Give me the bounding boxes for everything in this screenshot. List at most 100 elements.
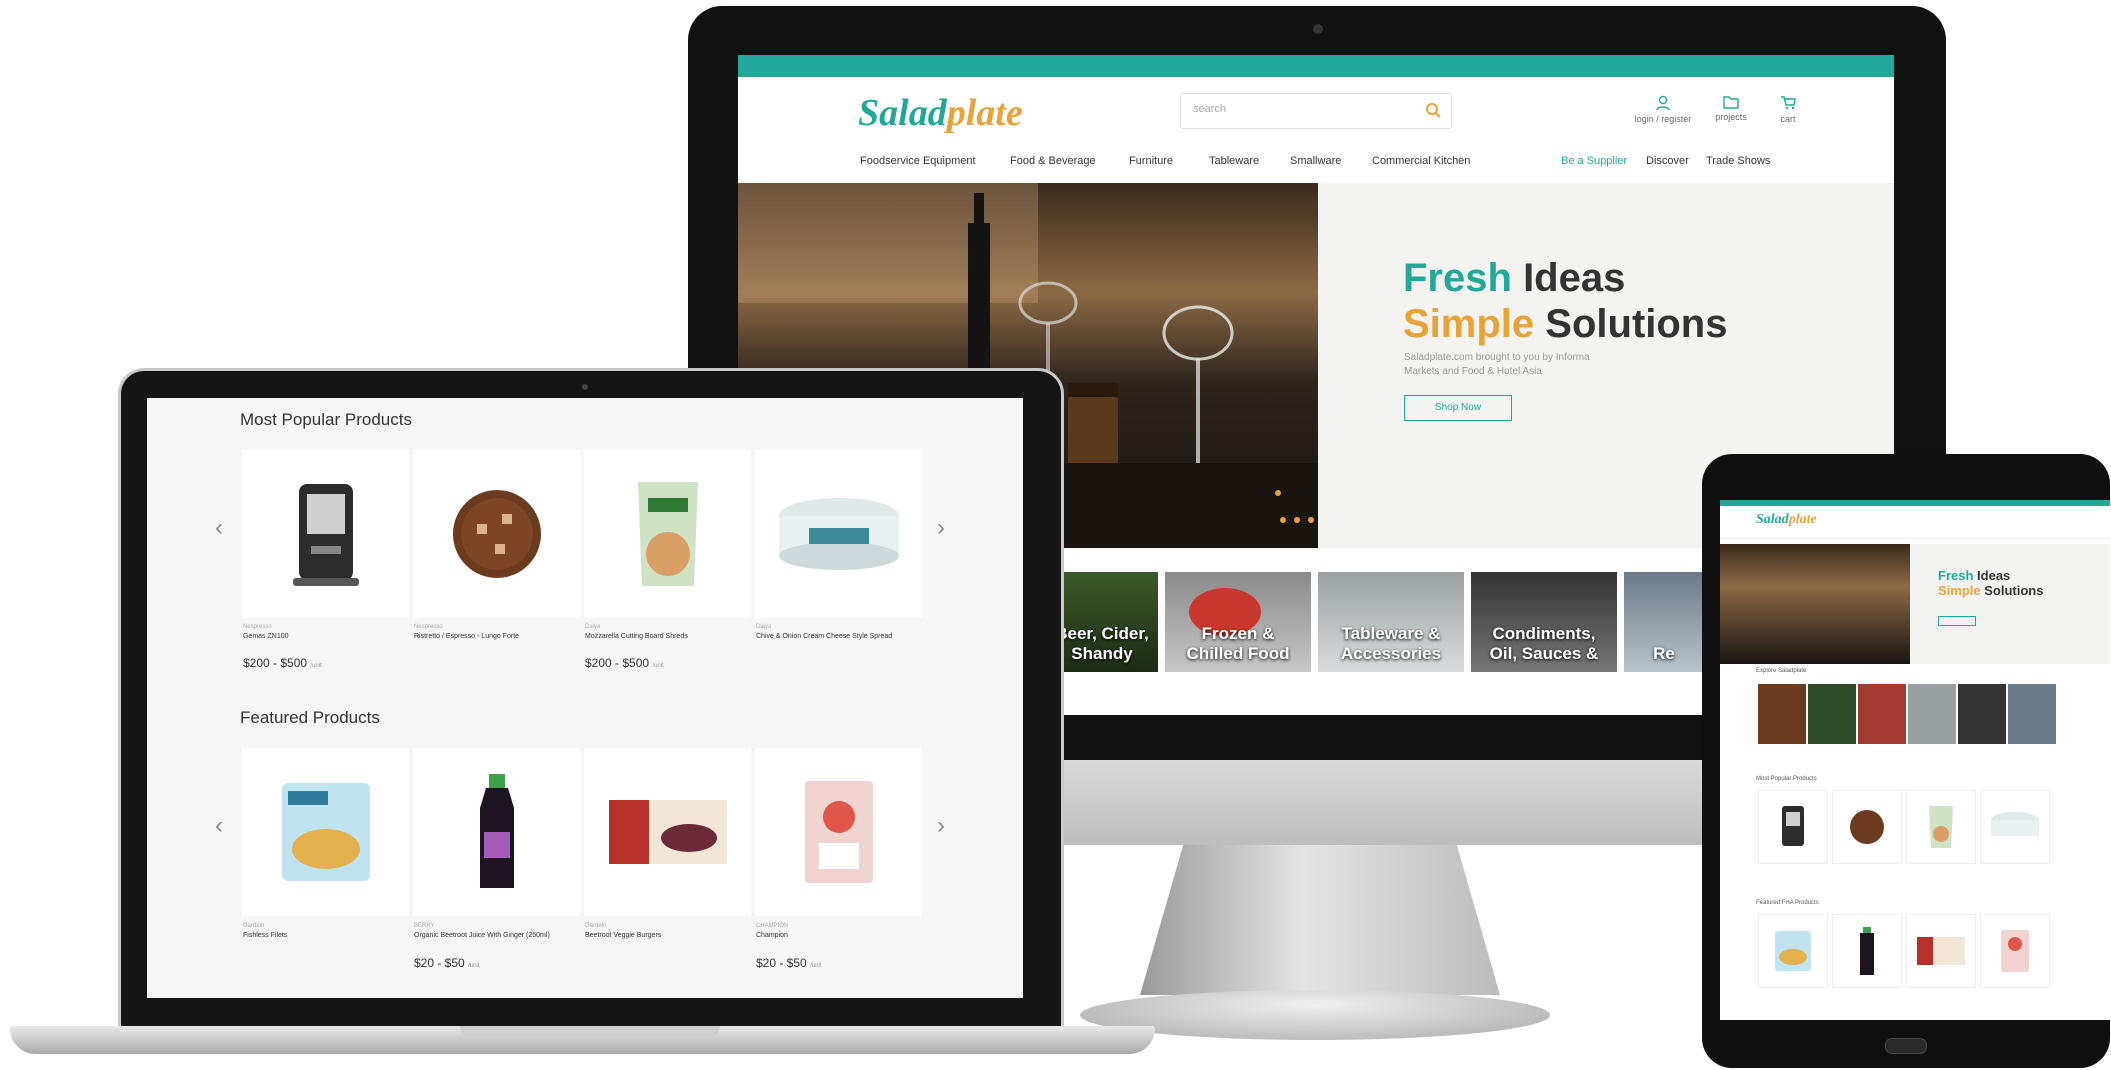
tablet-product-card[interactable] <box>1758 914 1828 988</box>
tablet-product-card[interactable] <box>1906 914 1976 988</box>
product-card[interactable] <box>584 450 751 618</box>
tablet-product-card[interactable] <box>1758 790 1828 864</box>
tablet-category-thumb[interactable] <box>1758 684 1806 744</box>
category-tile-tableware[interactable]: Tableware & Accessories <box>1318 572 1464 672</box>
coffee-machine-image <box>1782 806 1804 846</box>
tablet-nav-divider <box>1720 538 2110 539</box>
chevron-left-icon[interactable]: ‹ <box>215 514 223 542</box>
tablet-home-button[interactable] <box>1885 1038 1927 1054</box>
laptop-screen: Most Popular Products ‹ › Nespresso Gema… <box>147 398 1023 998</box>
login-register-link[interactable]: login / register <box>1628 95 1698 124</box>
product-brand: Nespresso <box>414 624 443 630</box>
tablet-logo[interactable]: Saladplate <box>1756 512 1817 528</box>
veggie-burgers-box-image <box>608 800 727 864</box>
food-pack-image <box>2001 930 2029 972</box>
tablet-product-card[interactable] <box>1832 790 1902 864</box>
tablet-category-thumb[interactable] <box>1808 684 1856 744</box>
laptop-notch <box>460 1026 720 1038</box>
product-card[interactable] <box>242 450 409 618</box>
product-price: $200 - $500 /unit <box>243 656 322 670</box>
product-card[interactable] <box>413 748 580 916</box>
product-brand: Daiya <box>585 624 601 630</box>
search-placeholder: search <box>1193 103 1227 115</box>
user-icon <box>1656 95 1670 111</box>
nav-discover[interactable]: Discover <box>1646 155 1689 167</box>
product-name[interactable]: Beetroot Veggie Burgers <box>585 931 745 940</box>
coffee-machine-image <box>292 484 359 586</box>
cheese-shreds-bag-image <box>1929 806 1953 848</box>
nav-food-beverage[interactable]: Food & Beverage <box>1010 155 1096 167</box>
product-brand: Gardein <box>585 923 607 929</box>
projects-link[interactable]: projects <box>1706 95 1756 122</box>
product-card[interactable] <box>242 748 409 916</box>
search-icon[interactable] <box>1425 102 1441 118</box>
nav-commercial-kitchen[interactable]: Commercial Kitchen <box>1372 155 1470 167</box>
tablet-category-thumb[interactable] <box>2008 684 2056 744</box>
fishless-filets-bag-image <box>1775 931 1811 971</box>
search-input[interactable]: search <box>1180 93 1452 129</box>
nav-tableware[interactable]: Tableware <box>1209 155 1259 167</box>
top-accent-bar <box>738 55 1894 77</box>
site-logo[interactable]: Saladplate <box>858 91 1023 135</box>
category-tile-frozen[interactable]: Frozen & Chilled Food <box>1165 572 1311 672</box>
product-name[interactable]: Organic Beetroot Juice With Ginger (250m… <box>414 931 574 940</box>
cheese-shreds-bag-image <box>637 482 698 586</box>
carousel-dots[interactable] <box>1280 510 1322 528</box>
veggie-burgers-box-image <box>1917 937 1965 965</box>
tablet-featured-title: Featured FHA Products <box>1756 900 1819 906</box>
nav-trade-shows[interactable]: Trade Shows <box>1706 155 1770 167</box>
cart-link[interactable]: cart <box>1768 95 1808 124</box>
category-tile-re[interactable]: Re <box>1624 572 1704 672</box>
product-brand: Gardein <box>243 923 265 929</box>
food-pack-image <box>804 781 873 883</box>
nav-smallware[interactable]: Smallware <box>1290 155 1341 167</box>
nav-foodservice-equipment[interactable]: Foodservice Equipment <box>860 155 976 167</box>
product-card[interactable] <box>755 748 922 916</box>
product-card[interactable] <box>755 450 922 618</box>
product-brand: BERRY <box>414 923 435 929</box>
tablet-product-card[interactable] <box>1980 914 2050 988</box>
tablet-accent-bar <box>1720 500 2110 506</box>
featured-title: Featured Products <box>240 708 380 727</box>
product-price: $20 - $50 /unit <box>414 956 480 970</box>
product-name[interactable]: Fishless Filets <box>243 931 403 940</box>
product-name[interactable]: Champion <box>756 931 916 940</box>
juice-bottle-image <box>479 774 514 888</box>
nav-be-a-supplier[interactable]: Be a Supplier <box>1561 155 1627 167</box>
tablet-category-thumb[interactable] <box>1858 684 1906 744</box>
product-name[interactable]: Gemas ZN100 <box>243 632 403 641</box>
coffee-capsule-image <box>1850 810 1884 844</box>
chevron-right-icon[interactable]: › <box>937 812 945 840</box>
chevron-right-icon[interactable]: › <box>937 514 945 542</box>
nav-furniture[interactable]: Furniture <box>1129 155 1173 167</box>
product-brand: CHAMPION <box>756 923 789 929</box>
product-card[interactable] <box>584 748 751 916</box>
hero-subtitle: Saladplate.com brought to you by Informa… <box>1404 352 1590 377</box>
product-name[interactable]: Ristretto / Espresso - Lungo Forte <box>414 632 574 641</box>
tablet-category-thumb[interactable] <box>1908 684 1956 744</box>
cream-cheese-tub-image <box>778 498 899 570</box>
webcam <box>1313 24 1323 34</box>
tablet-hero-photo <box>1720 544 1910 664</box>
laptop-camera <box>582 384 588 390</box>
tablet-shop-button[interactable] <box>1938 616 1976 626</box>
cream-cheese-tub-image <box>1991 812 2039 836</box>
shop-now-button[interactable]: Shop Now <box>1404 395 1512 421</box>
chevron-left-icon[interactable]: ‹ <box>215 812 223 840</box>
cart-icon <box>1781 96 1796 110</box>
product-name[interactable]: Mozzarella Cutting Board Shreds <box>585 632 745 641</box>
product-name[interactable]: Chive & Onion Cream Cheese Style Spread <box>756 632 916 641</box>
tablet-product-card[interactable] <box>1832 914 1902 988</box>
tablet-screen: Saladplate Fresh Ideas Simple Solutions … <box>1720 500 2110 1020</box>
most-popular-title: Most Popular Products <box>240 410 412 429</box>
product-price: $200 - $500 /unit <box>585 656 664 670</box>
category-tile-condiments[interactable]: Condiments, Oil, Sauces & <box>1471 572 1617 672</box>
tablet-product-card[interactable] <box>1980 790 2050 864</box>
hero-headline: Fresh Ideas Simple Solutions <box>1403 256 1728 346</box>
tablet-category-thumb[interactable] <box>1958 684 2006 744</box>
product-brand: Nespresso <box>243 624 272 630</box>
main-nav: Foodservice Equipment Food & Beverage Fu… <box>738 143 1894 183</box>
juice-bottle-image <box>1860 927 1874 975</box>
tablet-product-card[interactable] <box>1906 790 1976 864</box>
product-card[interactable] <box>413 450 580 618</box>
